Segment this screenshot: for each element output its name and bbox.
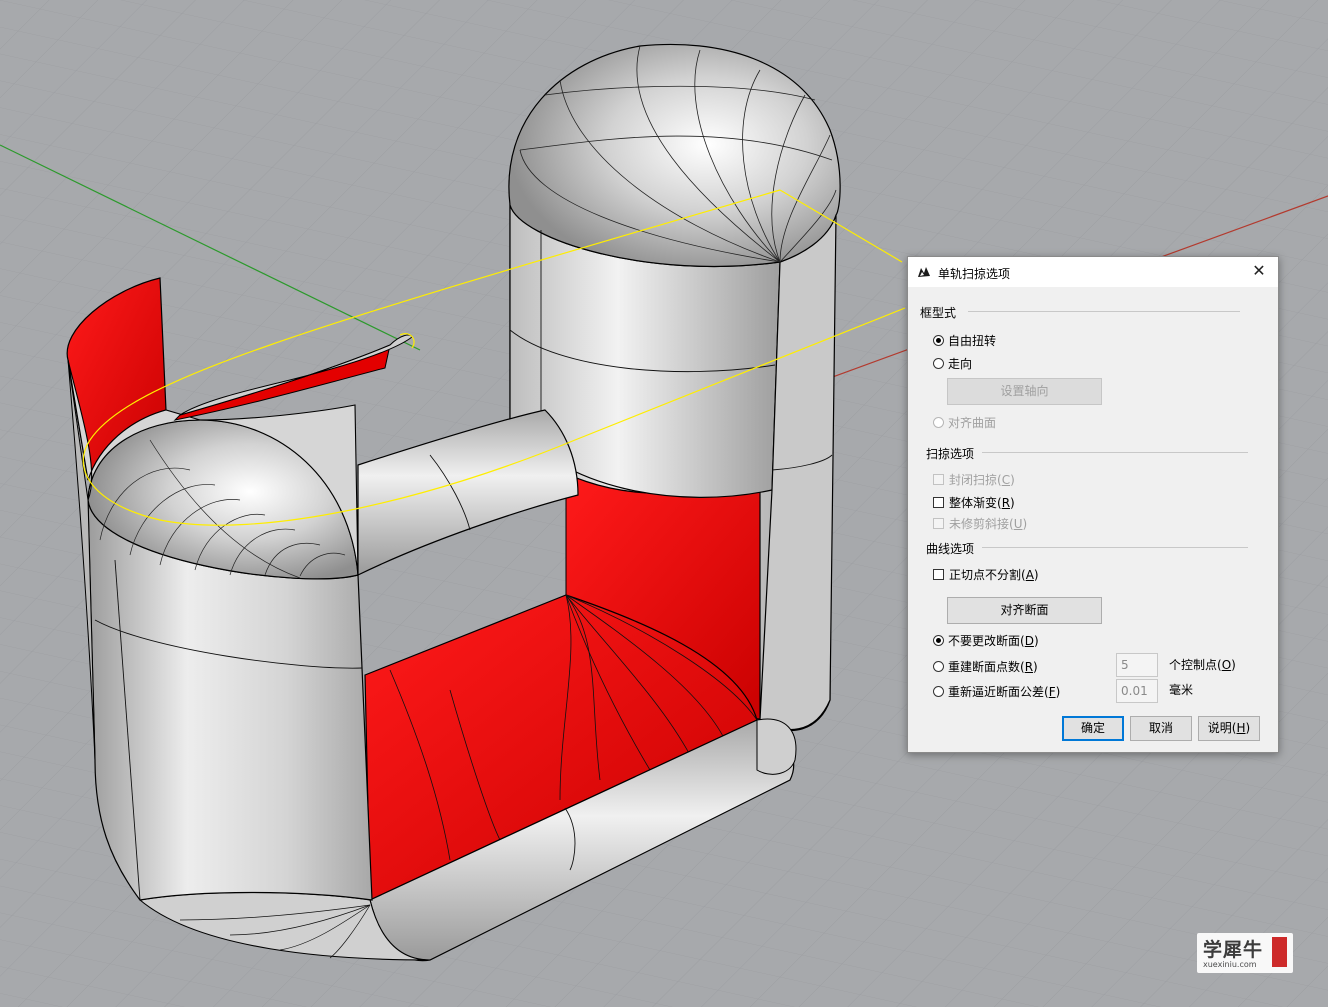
radio-roadlike-label: 走向 [948,356,973,371]
radio-do-not-change[interactable]: 不要更改断面(D) [933,631,1039,649]
cancel-button[interactable]: 取消 [1130,716,1192,741]
radio-indicator[interactable] [933,334,944,346]
dialog-title: 单轨扫掠选项 [938,267,1011,281]
control-points-unit: 个控制点(O) [1169,658,1236,672]
untrimmed-miter-label: 未修剪斜接(U) [949,516,1028,531]
radio-indicator[interactable] [933,660,944,672]
closed-sweep-label: 封闭扫掠(C) [949,472,1015,487]
watermark-seal [1272,937,1287,967]
group-divider [982,452,1248,453]
no-split-tangent-label: 正切点不分割(A) [949,567,1039,582]
rebuild-points-input[interactable]: 5 [1116,653,1158,677]
rhino-app-icon [916,264,932,280]
watermark-url: xuexiniu.com [1203,960,1257,969]
radio-freeform-label: 自由扭转 [948,333,997,348]
radio-indicator[interactable] [933,416,944,428]
align-cross-sections-button[interactable]: 对齐断面 [947,597,1102,624]
radio-align-surface-label: 对齐曲面 [948,415,997,430]
radio-refit-within[interactable]: 重新逼近断面公差(F) [933,682,1060,700]
watermark-logo: 学犀牛 xuexiniu.com [1197,933,1293,973]
checkbox-global-shape-blending[interactable]: 整体渐变(R) [933,493,1015,511]
set-axis-button[interactable]: 设置轴向 [947,378,1102,405]
global-shape-blending-label: 整体渐变(R) [949,495,1015,510]
ok-button[interactable]: 确定 [1062,716,1124,741]
radio-indicator[interactable] [933,685,944,697]
rebuild-with-label: 重建断面点数(R) [948,659,1038,674]
sweep-options-group-label: 扫掠选项 [926,447,975,461]
checkbox-closed-sweep[interactable]: 封闭扫掠(C) [933,470,1015,488]
frame-style-group-label: 框型式 [920,306,957,320]
checkbox-indicator[interactable] [933,568,944,580]
checkbox-indicator[interactable] [933,517,944,529]
checkbox-untrimmed-miter[interactable]: 未修剪斜接(U) [933,514,1027,532]
group-divider [982,547,1248,548]
watermark-main-text: 学犀牛 [1203,939,1264,961]
refit-within-label: 重新逼近断面公差(F) [948,684,1061,699]
radio-rebuild-with[interactable]: 重建断面点数(R) [933,657,1038,675]
radio-roadlike[interactable]: 走向 [933,354,972,372]
radio-indicator[interactable] [933,634,944,646]
close-icon[interactable]: ✕ [1250,262,1268,280]
radio-align-surface[interactable]: 对齐曲面 [933,413,996,431]
millimeter-unit: 毫米 [1169,683,1194,697]
radio-freeform[interactable]: 自由扭转 [933,331,996,349]
do-not-change-label: 不要更改断面(D) [948,633,1039,648]
refit-tolerance-input[interactable]: 0.01 [1116,679,1158,703]
group-divider [968,311,1240,312]
sweep1-options-dialog: 单轨扫掠选项 ✕ 框型式 自由扭转 走向 设置轴向 对齐曲面 扫掠选项 封闭扫掠… [907,256,1279,753]
checkbox-indicator[interactable] [933,496,944,508]
checkbox-indicator[interactable] [933,473,944,485]
radio-indicator[interactable] [933,357,944,369]
curve-options-group-label: 曲线选项 [926,542,975,556]
help-button[interactable]: 说明(H) [1198,716,1260,741]
checkbox-no-split-tangent[interactable]: 正切点不分割(A) [933,565,1039,583]
dialog-titlebar[interactable]: 单轨扫掠选项 ✕ [908,257,1278,287]
